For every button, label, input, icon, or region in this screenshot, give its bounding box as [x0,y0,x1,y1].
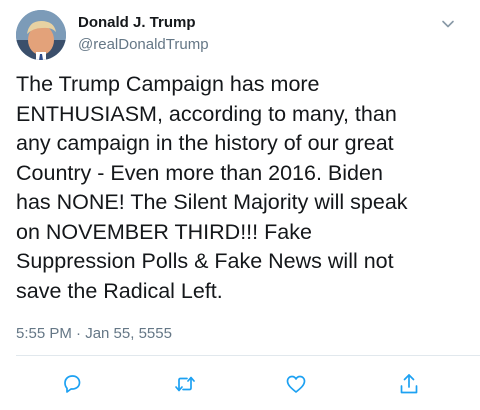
reply-icon[interactable] [60,372,84,396]
heart-icon[interactable] [284,372,308,396]
tweet-timestamp[interactable]: 5:55 PM · Jan 55, 5555 [16,325,172,342]
author-name[interactable]: Donald J. Trump [78,14,196,31]
tweet-text: The Trump Campaign has more ENTHUSIASM, … [16,72,408,303]
tweet-card: Donald J. Trump @realDonaldTrump The Tru… [0,0,480,410]
avatar-image [16,10,66,60]
chevron-down-icon[interactable] [440,16,456,32]
divider [16,355,480,356]
share-icon[interactable] [397,372,421,396]
author-handle[interactable]: @realDonaldTrump [78,36,209,53]
retweet-icon[interactable] [173,372,197,396]
avatar[interactable] [16,10,66,60]
